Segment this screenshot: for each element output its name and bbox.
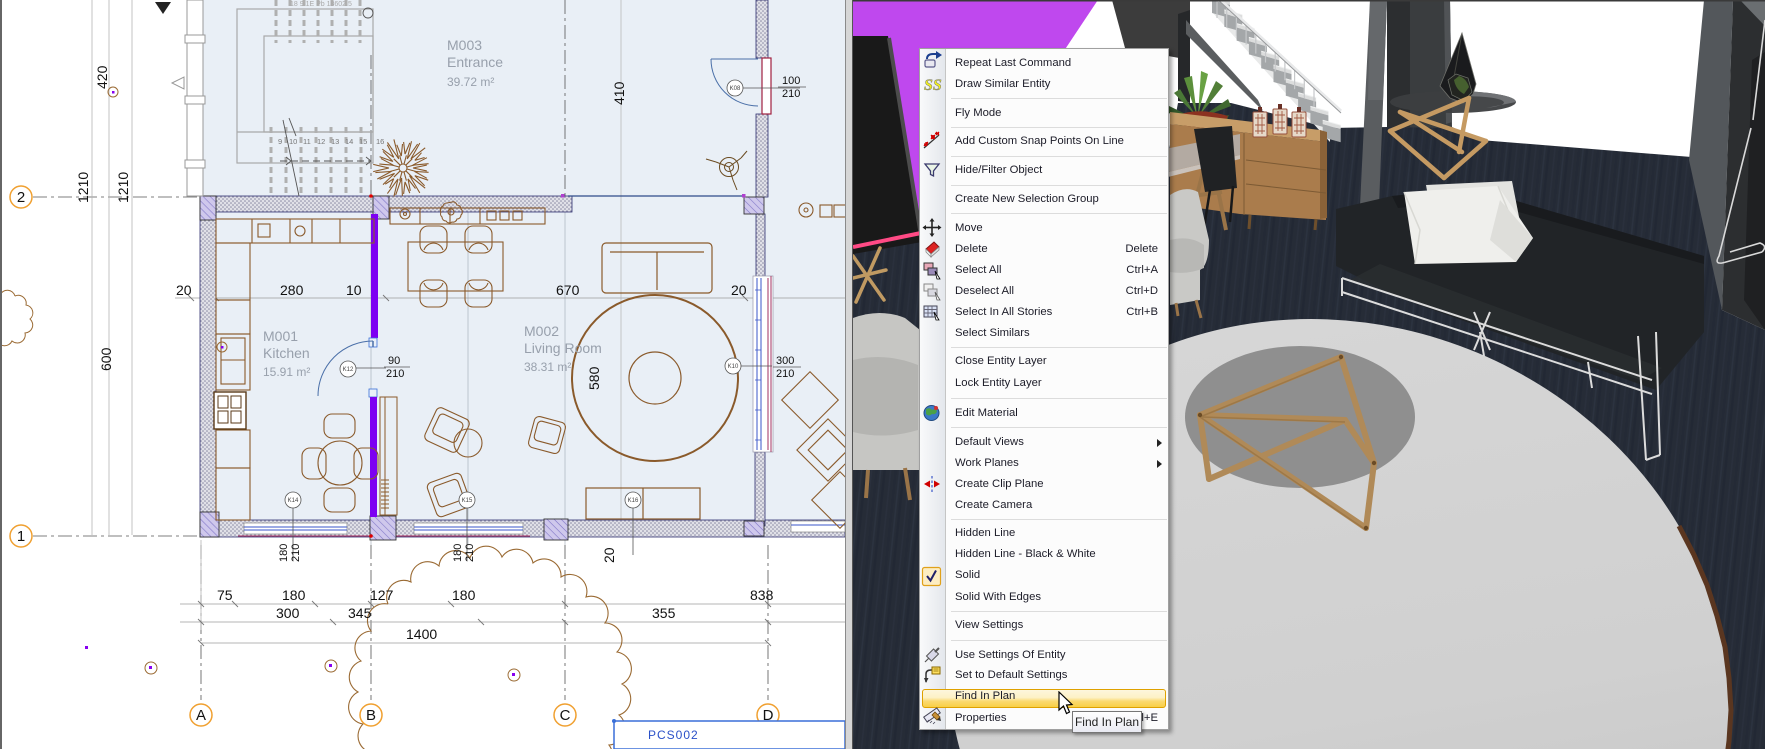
svg-text:Kitchen: Kitchen [263,345,310,361]
svg-text:18 9 1E Pb 18602.5: 18 9 1E Pb 18602.5 [290,1,352,8]
svg-text:M001: M001 [263,328,298,344]
svg-text:100: 100 [782,75,800,87]
svg-text:180: 180 [452,544,464,562]
svg-text:12: 12 [317,137,325,146]
svg-text:410: 410 [611,81,627,105]
svg-text:20: 20 [601,547,617,563]
svg-text:11: 11 [303,137,311,146]
svg-text:1210: 1210 [115,172,131,203]
svg-text:SS: SS [924,77,942,94]
svg-text:39.72 m²: 39.72 m² [447,75,494,89]
svg-text:A: A [196,707,206,724]
svg-text:670: 670 [556,282,580,298]
svg-text:15: 15 [359,137,367,146]
svg-text:38.31 m²: 38.31 m² [524,360,571,374]
svg-text:M002: M002 [524,323,559,339]
svg-text:127: 127 [370,587,394,603]
svg-text:300: 300 [776,355,794,367]
svg-text:345: 345 [348,605,372,621]
svg-text:180: 180 [278,544,290,562]
svg-text:Living Room: Living Room [524,340,602,356]
svg-text:10: 10 [289,137,297,146]
svg-text:600: 600 [98,347,114,371]
svg-text:20: 20 [176,282,192,298]
svg-text:PCS002: PCS002 [648,728,699,742]
svg-text:1210: 1210 [75,172,91,203]
svg-text:2: 2 [17,189,25,206]
svg-text:15.91 m²: 15.91 m² [263,365,310,379]
svg-text:210: 210 [782,88,800,100]
svg-text:1: 1 [17,528,25,545]
svg-text:355: 355 [652,605,676,621]
svg-text:838: 838 [750,587,774,603]
svg-text:13: 13 [331,137,339,146]
svg-text:Entrance: Entrance [447,54,503,70]
svg-text:K15: K15 [462,498,473,504]
svg-text:1400: 1400 [406,626,437,642]
svg-text:K16: K16 [628,498,639,504]
svg-text:210: 210 [290,544,302,562]
svg-text:210: 210 [386,368,404,380]
svg-text:K08: K08 [730,86,741,92]
svg-text:10: 10 [346,282,362,298]
svg-text:K12: K12 [343,367,354,373]
svg-text:90: 90 [388,355,400,367]
svg-text:9: 9 [278,137,282,146]
svg-text:580: 580 [586,366,602,390]
svg-text:16: 16 [376,137,384,146]
svg-text:300: 300 [276,605,300,621]
svg-text:20: 20 [731,282,747,298]
svg-text:C: C [560,707,571,724]
svg-text:K14: K14 [288,498,299,504]
svg-text:210: 210 [464,544,476,562]
svg-text:M003: M003 [447,37,482,53]
svg-text:180: 180 [282,587,306,603]
svg-text:14: 14 [345,137,353,146]
svg-text:180: 180 [452,587,476,603]
svg-text:75: 75 [217,587,233,603]
svg-text:210: 210 [776,368,794,380]
svg-text:420: 420 [94,65,110,89]
svg-text:K10: K10 [728,364,739,370]
svg-text:280: 280 [280,282,304,298]
svg-text:B: B [366,707,376,724]
